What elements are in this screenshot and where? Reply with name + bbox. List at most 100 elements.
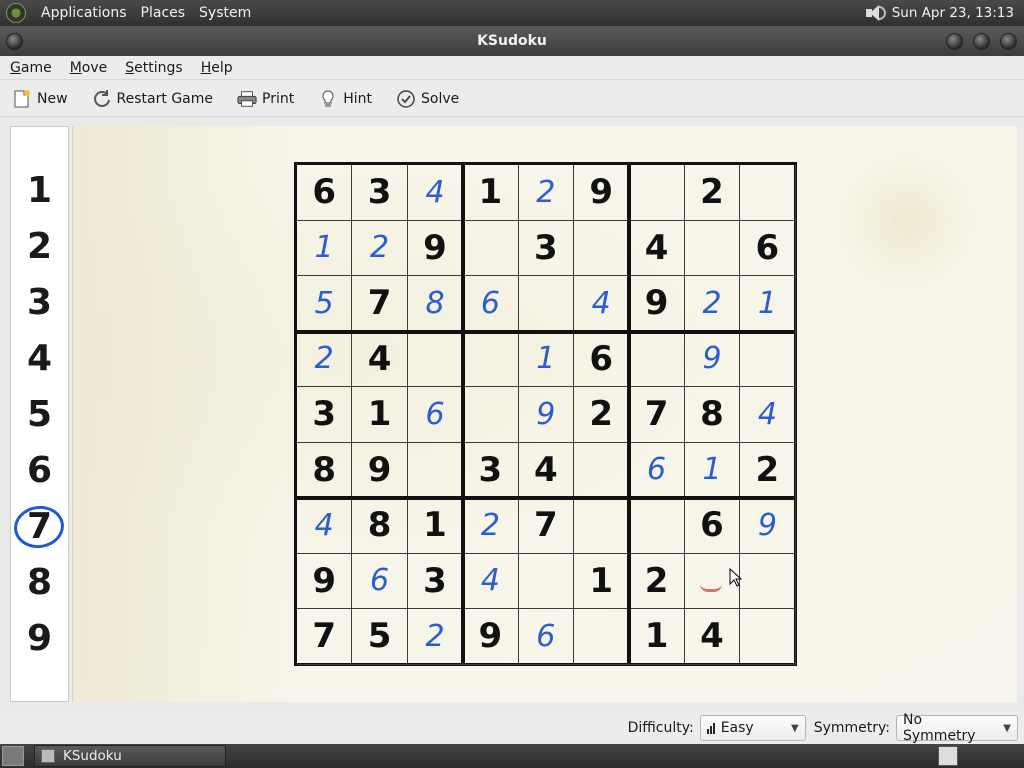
- selector-number[interactable]: 4: [11, 331, 68, 387]
- sudoku-cell[interactable]: [463, 220, 519, 276]
- sudoku-cell[interactable]: 9: [407, 220, 464, 276]
- sudoku-cell[interactable]: [684, 220, 741, 276]
- sudoku-cell[interactable]: 1: [574, 553, 630, 609]
- taskbar-item-ksudoku[interactable]: KSudoku: [34, 745, 226, 767]
- sudoku-cell[interactable]: 9: [352, 442, 408, 498]
- print-button[interactable]: Print: [231, 85, 300, 113]
- sudoku-cell[interactable]: 9: [574, 165, 630, 221]
- sudoku-cell[interactable]: 1: [740, 276, 796, 332]
- sudoku-cell[interactable]: 3: [407, 553, 464, 609]
- sudoku-cell[interactable]: 4: [629, 220, 685, 276]
- sudoku-cell[interactable]: 3: [352, 165, 408, 221]
- sudoku-cell[interactable]: 2: [407, 609, 464, 665]
- sudoku-cell[interactable]: 2: [297, 331, 353, 387]
- sudoku-cell[interactable]: 6: [518, 609, 574, 665]
- maximize-button[interactable]: [973, 33, 990, 50]
- sudoku-cell[interactable]: 1: [463, 165, 519, 221]
- sudoku-cell[interactable]: [574, 442, 630, 498]
- sudoku-cell[interactable]: 6: [463, 276, 519, 332]
- sudoku-cell[interactable]: 2: [352, 220, 408, 276]
- sudoku-cell[interactable]: 1: [518, 331, 574, 387]
- sudoku-cell[interactable]: [574, 220, 630, 276]
- sudoku-cell[interactable]: [740, 609, 796, 665]
- sudoku-cell[interactable]: 7: [297, 609, 353, 665]
- sudoku-cell[interactable]: 4: [407, 165, 464, 221]
- selector-number[interactable]: 1: [11, 163, 68, 219]
- sudoku-cell[interactable]: 4: [684, 609, 741, 665]
- tray-app-icon[interactable]: [938, 746, 958, 766]
- selector-number[interactable]: 8: [11, 555, 68, 611]
- sudoku-cell[interactable]: 2: [740, 442, 796, 498]
- sudoku-cell[interactable]: [407, 442, 464, 498]
- sudoku-cell[interactable]: 9: [684, 331, 741, 387]
- menu-settings[interactable]: Settings: [117, 60, 190, 76]
- sudoku-cell[interactable]: 6: [684, 498, 741, 554]
- sudoku-cell[interactable]: 4: [518, 442, 574, 498]
- sudoku-cell[interactable]: 8: [684, 387, 741, 443]
- sudoku-cell[interactable]: 7: [352, 276, 408, 332]
- sudoku-cell[interactable]: [574, 498, 630, 554]
- sudoku-cell[interactable]: 9: [297, 553, 353, 609]
- sudoku-cell[interactable]: 3: [297, 387, 353, 443]
- sudoku-cell[interactable]: [463, 387, 519, 443]
- sudoku-cell[interactable]: 1: [352, 387, 408, 443]
- sudoku-cell[interactable]: 1: [629, 609, 685, 665]
- window-menu-icon[interactable]: [6, 33, 23, 50]
- sudoku-cell[interactable]: [629, 498, 685, 554]
- sudoku-cell[interactable]: [740, 165, 796, 221]
- sudoku-cell[interactable]: 4: [352, 331, 408, 387]
- sudoku-cell[interactable]: 9: [518, 387, 574, 443]
- selector-number[interactable]: 3: [11, 275, 68, 331]
- sudoku-cell[interactable]: 4: [297, 498, 353, 554]
- sudoku-cell[interactable]: 8: [352, 498, 408, 554]
- sudoku-cell[interactable]: 6: [574, 331, 630, 387]
- sudoku-cell[interactable]: [463, 331, 519, 387]
- close-button[interactable]: [1000, 33, 1017, 50]
- sudoku-cell[interactable]: 4: [740, 387, 796, 443]
- symmetry-combo[interactable]: No Symmetry ▼: [896, 712, 1018, 744]
- sudoku-cell[interactable]: 2: [518, 165, 574, 221]
- sudoku-cell[interactable]: 2: [463, 498, 519, 554]
- sudoku-cell[interactable]: [574, 609, 630, 665]
- menu-game[interactable]: Game: [2, 60, 60, 76]
- sudoku-cell[interactable]: [740, 331, 796, 387]
- new-game-button[interactable]: New: [6, 85, 74, 113]
- panel-menu-places[interactable]: Places: [134, 5, 193, 21]
- sudoku-cell[interactable]: 8: [297, 442, 353, 498]
- sudoku-cell[interactable]: [518, 276, 574, 332]
- sudoku-cell[interactable]: 5: [352, 609, 408, 665]
- sudoku-cell[interactable]: 6: [407, 387, 464, 443]
- sudoku-cell[interactable]: 2: [684, 165, 741, 221]
- menu-help[interactable]: Help: [193, 60, 241, 76]
- sudoku-cell[interactable]: 4: [463, 553, 519, 609]
- sudoku-cell[interactable]: 7: [518, 498, 574, 554]
- sudoku-cell[interactable]: 6: [297, 165, 353, 221]
- sudoku-cell[interactable]: [740, 553, 796, 609]
- panel-menu-applications[interactable]: Applications: [34, 5, 134, 21]
- selector-number[interactable]: 9: [11, 611, 68, 667]
- selector-number[interactable]: 6: [11, 443, 68, 499]
- selector-number[interactable]: 5: [11, 387, 68, 443]
- sudoku-cell[interactable]: 9: [629, 276, 685, 332]
- hint-button[interactable]: Hint: [312, 85, 378, 113]
- show-desktop-icon[interactable]: [2, 746, 24, 766]
- sudoku-cell[interactable]: 6: [629, 442, 685, 498]
- sudoku-cell[interactable]: 6: [352, 553, 408, 609]
- sudoku-cell[interactable]: 6: [740, 220, 796, 276]
- panel-clock[interactable]: Sun Apr 23, 13:13: [892, 5, 1014, 21]
- selector-number[interactable]: 2: [11, 219, 68, 275]
- sudoku-cell[interactable]: [629, 165, 685, 221]
- sudoku-cell[interactable]: 3: [518, 220, 574, 276]
- sudoku-cell[interactable]: 3: [463, 442, 519, 498]
- sudoku-cell[interactable]: [518, 553, 574, 609]
- volume-icon[interactable]: [864, 4, 886, 22]
- difficulty-combo[interactable]: Easy ▼: [699, 715, 806, 741]
- sudoku-cell[interactable]: 7: [629, 387, 685, 443]
- sudoku-cell[interactable]: 1: [684, 442, 741, 498]
- sudoku-cell[interactable]: 5: [297, 276, 353, 332]
- menu-move[interactable]: Move: [62, 60, 116, 76]
- minimize-button[interactable]: [946, 33, 963, 50]
- restart-game-button[interactable]: Restart Game: [86, 85, 219, 113]
- sudoku-cell[interactable]: 9: [463, 609, 519, 665]
- window-titlebar[interactable]: KSudoku: [0, 26, 1024, 56]
